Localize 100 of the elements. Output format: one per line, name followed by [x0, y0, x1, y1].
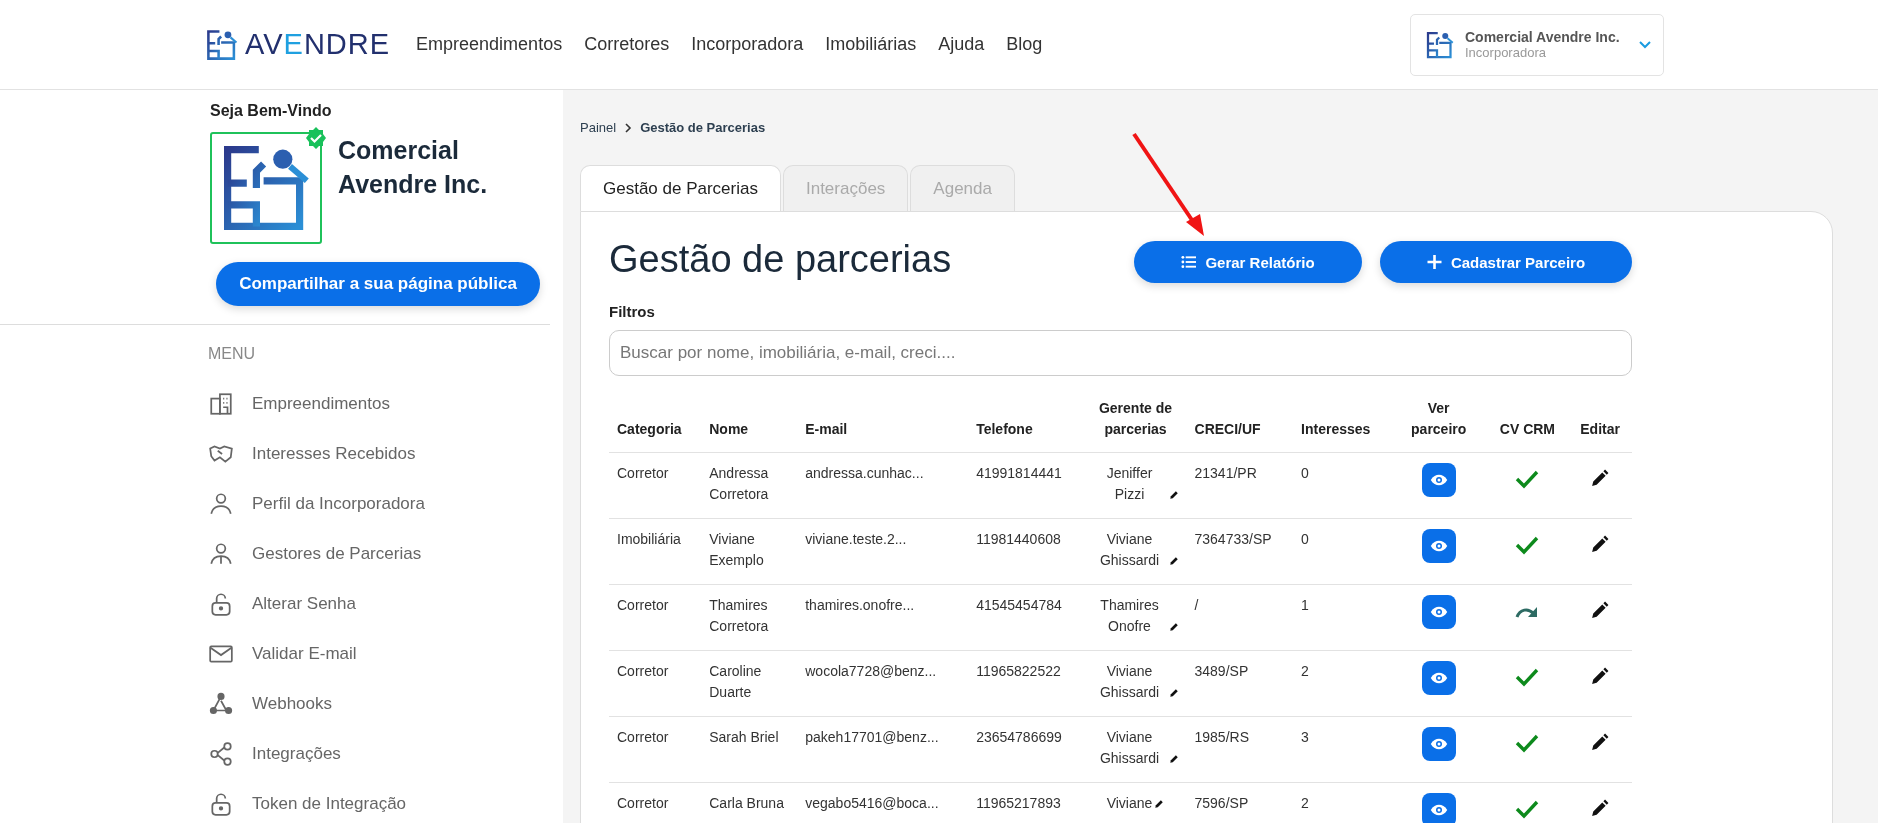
view-partner-button[interactable] — [1421, 595, 1456, 629]
manager-name: Viviane Ghissardi — [1098, 728, 1161, 768]
table-cell: 11965822522 — [968, 650, 1085, 717]
filters-label: Filtros — [609, 303, 656, 320]
chevron-down-icon — [1639, 40, 1651, 49]
column-header: Ver parceiro — [1390, 398, 1487, 453]
table-cell: 11965217893 — [968, 782, 1085, 823]
column-header: Categoria — [609, 398, 702, 453]
search-field[interactable]: Buscar por nome, imobiliária, e-mail, creci.... — [609, 330, 1632, 376]
nav-link[interactable]: Incorporadora — [691, 34, 804, 55]
table-cell: Corretor — [609, 716, 702, 783]
page-title: Gestão de parcerias — [609, 238, 953, 281]
column-header: Interesses — [1293, 398, 1391, 453]
table-cell: viviane.teste.2... — [797, 518, 969, 585]
table-cell: Thamires Corretora — [701, 584, 798, 651]
menu-item[interactable]: Validar E-mail — [252, 644, 357, 664]
menu-item[interactable]: Empreendimentos — [252, 394, 390, 414]
view-partner-button[interactable] — [1421, 529, 1456, 563]
table-cell: Corretor — [609, 452, 702, 519]
breadcrumb-current: Gestão de Parcerias — [640, 120, 766, 135]
unlocked-padlock-icon — [208, 591, 234, 617]
menu-item[interactable]: Interesses Recebidos — [252, 444, 416, 464]
eye-icon — [1429, 738, 1448, 750]
person-icon — [208, 491, 234, 517]
view-partner-button[interactable] — [1421, 463, 1456, 497]
table-cell: 23654786699 — [968, 716, 1085, 783]
pencil-icon[interactable] — [1591, 733, 1610, 751]
table-cell: 2 — [1293, 650, 1391, 717]
person-icon — [208, 541, 234, 567]
eye-icon — [1429, 540, 1448, 552]
table-cell: Corretor — [609, 650, 702, 717]
table-cell: 3489/SP — [1186, 650, 1294, 717]
column-header: CRECI/UF — [1186, 398, 1294, 453]
manager-name: Viviane Ghissardi — [1098, 530, 1161, 570]
pencil-icon[interactable] — [1168, 622, 1179, 632]
column-header: E-mail — [797, 398, 969, 453]
logo-text[interactable]: AVENDRE — [245, 28, 391, 61]
table-cell: 41545454784 — [968, 584, 1085, 651]
table-cell: Corretor — [609, 584, 702, 651]
column-header: Nome — [701, 398, 798, 453]
nav-link[interactable]: Ajuda — [938, 34, 985, 55]
add-partner-button[interactable]: Cadastrar Parceiro — [1380, 241, 1632, 283]
table-cell: Imobiliária — [609, 518, 702, 585]
pencil-icon[interactable] — [1591, 535, 1610, 553]
tab[interactable]: Gestão de Parcerias — [580, 165, 781, 211]
report-button[interactable]: Gerar Relatório — [1134, 241, 1362, 283]
table-cell: 7364733/SP — [1186, 518, 1294, 585]
column-header: Telefone — [968, 398, 1085, 453]
company-name: Comercial Avendre Inc. — [338, 135, 489, 200]
menu-item[interactable]: Perfil da Incorporadora — [252, 494, 425, 514]
eye-icon — [1429, 606, 1448, 618]
table-cell: 1985/RS — [1186, 716, 1294, 783]
building-icon — [208, 391, 234, 417]
table-cell: pakeh17701@benz... — [797, 716, 969, 783]
table-cell: Carla Bruna — [701, 782, 798, 823]
eye-icon — [1429, 474, 1448, 486]
table-cell: wocola7728@benz... — [797, 650, 969, 717]
table-cell: 1 — [1293, 584, 1391, 651]
pencil-icon[interactable] — [1168, 556, 1179, 566]
menu-item[interactable]: Integrações — [252, 744, 341, 764]
table-cell: Andressa Corretora — [701, 452, 798, 519]
pencil-icon[interactable] — [1168, 754, 1179, 764]
menu-heading: MENU — [208, 345, 257, 363]
view-partner-button[interactable] — [1421, 727, 1456, 761]
menu-item[interactable]: Token de Integração — [252, 794, 407, 814]
pencil-icon[interactable] — [1591, 667, 1610, 685]
pencil-icon[interactable] — [1591, 799, 1610, 817]
column-header: Editar — [1568, 398, 1632, 453]
table-cell: 41991814441 — [968, 452, 1085, 519]
greeting-text: Seja Bem-Vindo — [210, 102, 333, 120]
account-menu[interactable]: Comercial Avendre Inc. Incorporadora — [1410, 13, 1664, 76]
pencil-icon[interactable] — [1154, 799, 1165, 809]
pencil-icon[interactable] — [1168, 688, 1179, 698]
menu-item[interactable]: Webhooks — [252, 694, 332, 714]
plus-icon — [1426, 255, 1442, 269]
view-partner-button[interactable] — [1421, 661, 1456, 695]
pencil-icon[interactable] — [1168, 490, 1179, 500]
table-cell: Caroline Duarte — [701, 650, 798, 717]
eye-icon — [1429, 804, 1448, 816]
breadcrumb-link[interactable]: Painel — [580, 120, 617, 135]
nav-link[interactable]: Empreendimentos — [416, 34, 563, 55]
logo-icon — [205, 27, 239, 62]
table-cell: Sarah Briel — [701, 716, 798, 783]
nav-link[interactable]: Corretores — [584, 34, 670, 55]
pencil-icon[interactable] — [1591, 469, 1610, 487]
table-cell: Viviane Exemplo — [701, 518, 798, 585]
view-partner-button[interactable] — [1421, 793, 1456, 823]
nav-link[interactable]: Blog — [1006, 34, 1043, 55]
chevron-right-icon — [624, 122, 633, 133]
column-header: CV CRM — [1486, 398, 1569, 453]
manager-name: Jeniffer Pizzi — [1105, 464, 1154, 504]
table-cell: andressa.cunhac... — [797, 452, 969, 519]
share-page-button[interactable]: Compartilhar a sua página pública — [216, 262, 540, 306]
nav-link[interactable]: Imobiliárias — [825, 34, 917, 55]
menu-item[interactable]: Gestores de Parcerias — [252, 544, 422, 564]
table-cell: 0 — [1293, 452, 1391, 519]
pencil-icon[interactable] — [1591, 601, 1610, 619]
share-icon — [208, 741, 234, 767]
table-cell: 11981440608 — [968, 518, 1085, 585]
menu-item[interactable]: Alterar Senha — [252, 594, 356, 614]
